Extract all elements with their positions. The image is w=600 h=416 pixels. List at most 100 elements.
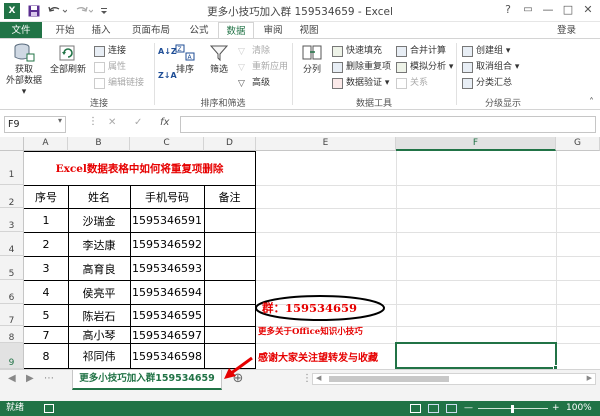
table-cell[interactable]: 高育良 bbox=[68, 257, 130, 280]
row-header-7[interactable]: 7 bbox=[0, 304, 24, 326]
reapply-button[interactable]: ▽ 重新应用 bbox=[238, 61, 288, 74]
tab-insert[interactable]: 插入 bbox=[86, 22, 116, 39]
prev-sheet-icon[interactable]: ◀ bbox=[8, 373, 16, 384]
more-sheets-icon[interactable]: ⋯ bbox=[44, 373, 54, 384]
advanced-filter-button[interactable]: ▽ 高级 bbox=[238, 77, 270, 90]
more-tips-note[interactable]: 更多关于Office知识小技巧 bbox=[258, 322, 418, 340]
macro-record-icon[interactable] bbox=[44, 404, 54, 413]
table-cell[interactable]: 5 bbox=[24, 305, 68, 326]
row-header-4[interactable]: 4 bbox=[0, 232, 24, 256]
name-box-dropdown-icon[interactable]: ▾ bbox=[58, 116, 62, 125]
page-layout-view-icon[interactable] bbox=[428, 404, 439, 413]
ribbon-display-button[interactable]: ▭ bbox=[518, 1, 538, 19]
active-cell-f9[interactable] bbox=[395, 342, 557, 369]
tab-formulas[interactable]: 公式 bbox=[184, 22, 214, 39]
text-to-columns-button[interactable]: 分列 bbox=[296, 43, 328, 76]
ungroup-button[interactable]: 取消组合 ▾ bbox=[462, 61, 519, 74]
row-header-6[interactable]: 6 bbox=[0, 280, 24, 304]
table-cell[interactable]: 高小琴 bbox=[68, 327, 130, 343]
table-cell[interactable]: 3 bbox=[24, 257, 68, 280]
flash-fill-button[interactable]: 快速填充 bbox=[332, 45, 382, 58]
table-cell[interactable]: 7 bbox=[24, 327, 68, 343]
group-button[interactable]: 创建组 ▾ bbox=[462, 45, 510, 58]
scroll-left-icon[interactable]: ◀ bbox=[316, 374, 321, 382]
table-cell[interactable]: 8 bbox=[24, 344, 68, 368]
thanks-note[interactable]: 感谢大家关注望转发与收藏 bbox=[258, 345, 396, 367]
data-validation-button[interactable]: 数据验证 ▾ bbox=[332, 77, 389, 90]
what-if-analysis-button[interactable]: 模拟分析 ▾ bbox=[396, 61, 453, 74]
zoom-slider-thumb[interactable] bbox=[511, 405, 514, 413]
zoom-out-button[interactable]: — bbox=[464, 401, 473, 416]
column-header-a[interactable]: A bbox=[24, 137, 68, 151]
table-cell[interactable]: 1595346594 bbox=[130, 281, 204, 304]
zoom-level[interactable]: 100% bbox=[566, 401, 592, 416]
tab-view[interactable]: 视图 bbox=[294, 22, 324, 39]
table-cell[interactable]: 祁同伟 bbox=[68, 344, 130, 368]
scroll-right-icon[interactable]: ▶ bbox=[587, 374, 592, 382]
help-button[interactable]: ? bbox=[498, 1, 518, 19]
select-all-corner[interactable] bbox=[0, 137, 24, 151]
row-header-3[interactable]: 3 bbox=[0, 208, 24, 232]
table-cell[interactable]: 侯亮平 bbox=[68, 281, 130, 304]
enter-button[interactable]: ✓ bbox=[134, 117, 142, 128]
table-cell[interactable]: 沙瑞金 bbox=[68, 209, 130, 232]
row-header-5[interactable]: 5 bbox=[0, 256, 24, 280]
sort-button[interactable]: ZA 排序 bbox=[172, 43, 198, 76]
close-button[interactable]: ✕ bbox=[578, 1, 598, 19]
name-box[interactable]: F9 bbox=[4, 116, 66, 133]
row-header-8[interactable]: 8 bbox=[0, 326, 24, 343]
table-cell[interactable]: 1595346591 bbox=[130, 209, 204, 232]
table-cell[interactable]: 陈岩石 bbox=[68, 305, 130, 326]
header-cell-name[interactable]: 姓名 bbox=[68, 186, 130, 208]
minimize-button[interactable]: — bbox=[538, 1, 558, 19]
collapse-ribbon-icon[interactable]: ˄ bbox=[589, 97, 594, 108]
table-cell[interactable]: 李达康 bbox=[68, 233, 130, 256]
get-external-data-button[interactable]: 获取 外部数据▾ bbox=[4, 43, 44, 98]
table-cell[interactable]: 2 bbox=[24, 233, 68, 256]
row-header-1[interactable]: 1 bbox=[0, 151, 24, 185]
column-header-g[interactable]: G bbox=[556, 137, 600, 151]
cancel-entry-button[interactable]: ✕ bbox=[108, 117, 116, 128]
edit-links-button[interactable]: 编辑链接 bbox=[94, 77, 144, 90]
consolidate-button[interactable]: 合并计算 bbox=[396, 45, 446, 58]
table-cell[interactable]: 1595346592 bbox=[130, 233, 204, 256]
column-header-d[interactable]: D bbox=[204, 137, 256, 151]
scroll-thumb[interactable] bbox=[329, 376, 449, 382]
tab-home[interactable]: 开始 bbox=[50, 22, 80, 39]
subtotal-button[interactable]: 分类汇总 bbox=[462, 77, 512, 90]
tab-split-grip-icon[interactable]: ⋮ bbox=[302, 373, 312, 384]
tab-page-layout[interactable]: 页面布局 bbox=[124, 22, 178, 39]
formula-input[interactable] bbox=[180, 116, 596, 133]
table-cell[interactable]: 1595346595 bbox=[130, 305, 204, 326]
horizontal-scrollbar[interactable]: ◀ ▶ bbox=[312, 373, 596, 385]
sheet-tab-active[interactable]: 更多小技巧加入群159534659 bbox=[72, 370, 222, 390]
column-header-e[interactable]: E bbox=[256, 137, 396, 151]
zoom-in-button[interactable]: + bbox=[552, 401, 560, 416]
table-cell[interactable]: 1595346593 bbox=[130, 257, 204, 280]
login-link[interactable]: 登录 bbox=[557, 22, 576, 39]
next-sheet-icon[interactable]: ▶ bbox=[26, 373, 34, 384]
group-number-note[interactable]: 群：159534659 bbox=[262, 297, 382, 319]
column-header-c[interactable]: C bbox=[130, 137, 204, 151]
sheet-title-cell[interactable]: Excel数据表格中如何将重复项删除 bbox=[24, 152, 255, 185]
row-header-2[interactable]: 2 bbox=[0, 185, 24, 208]
properties-button[interactable]: 属性 bbox=[94, 61, 126, 74]
header-cell-note[interactable]: 备注 bbox=[204, 186, 255, 208]
filter-button[interactable]: 筛选 bbox=[204, 43, 234, 76]
refresh-all-button[interactable]: 全部刷新 bbox=[48, 43, 88, 76]
table-cell[interactable]: 1595346597 bbox=[130, 327, 204, 343]
insert-function-button[interactable]: fx bbox=[160, 117, 169, 128]
table-cell[interactable]: 1595346598 bbox=[130, 344, 204, 368]
worksheet-grid[interactable]: A B C D E F G 1 2 3 4 5 6 7 8 9 Excel数据表… bbox=[0, 137, 600, 369]
table-cell[interactable]: 4 bbox=[24, 281, 68, 304]
header-cell-no[interactable]: 序号 bbox=[24, 186, 68, 208]
tab-review[interactable]: 审阅 bbox=[258, 22, 288, 39]
clear-filter-button[interactable]: ▽ 清除 bbox=[238, 45, 270, 58]
column-header-f[interactable]: F bbox=[396, 137, 556, 151]
column-header-b[interactable]: B bbox=[68, 137, 130, 151]
header-cell-phone[interactable]: 手机号码 bbox=[130, 186, 204, 208]
page-break-view-icon[interactable] bbox=[446, 404, 457, 413]
normal-view-icon[interactable] bbox=[410, 404, 421, 413]
relationships-button[interactable]: 关系 bbox=[396, 77, 428, 90]
table-cell[interactable]: 1 bbox=[24, 209, 68, 232]
